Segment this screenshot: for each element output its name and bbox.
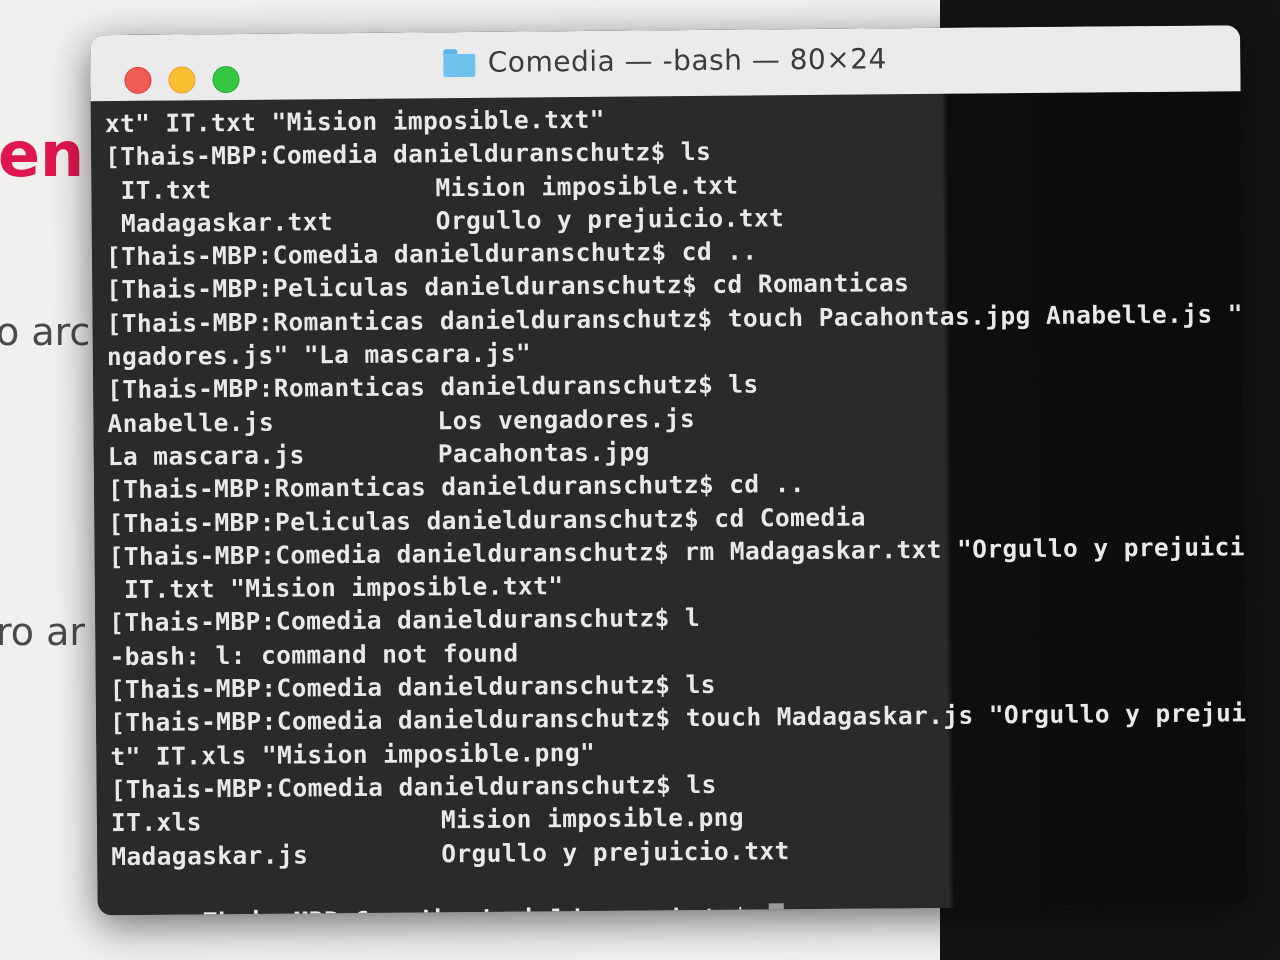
terminal-line-column: Mision imposible.txt <box>435 170 739 202</box>
terminal-line-text: Madagaskar.js <box>111 839 309 871</box>
terminal-line-text: [Thais-MBP:Comedia danielduranschutz$ cd… <box>105 236 758 272</box>
terminal-line-column: Los vengadores.js <box>437 403 696 435</box>
terminal-line-text: [Thais-MBP:Peliculas danielduranschutz$ … <box>106 268 910 305</box>
terminal-line-text: [Thais-MBP:Romanticas danielduranschutz$… <box>107 369 759 405</box>
terminal-line-text: t" IT.xls "Mision imposible.png" <box>110 737 596 771</box>
background-text-line: ro ar <box>0 610 86 654</box>
terminal-line-column: Orgullo y prejuicio.txt <box>441 835 790 868</box>
window-title-group: Comedia — -bash — 80×24 <box>90 39 1240 82</box>
terminal-line-text: xt" IT.txt "Mision imposible.txt" <box>104 104 605 139</box>
window-title: Comedia — -bash — 80×24 <box>487 42 888 79</box>
terminal-line-text: [Thais-MBP:Comedia danielduranschutz$ l <box>109 603 701 638</box>
terminal-line-column: Mision imposible.png <box>440 802 745 835</box>
terminal-line-text: IT.txt "Mision imposible.txt" <box>108 571 564 605</box>
title-bar[interactable]: Comedia — -bash — 80×24 <box>90 25 1241 103</box>
terminal-line-column: Orgullo y prejuicio.txt <box>435 203 785 236</box>
terminal-line-text: [Thais-MBP:Comedia danielduranschutz$ ls <box>105 137 712 172</box>
terminal-line-text: [Thais-MBP:Comedia danielduranschutz$ ls <box>110 769 717 805</box>
terminal-line-text: [Thais-MBP:Comedia danielduranschutz$ ls <box>109 669 716 705</box>
terminal-line-text: ngadores.js" "La mascara.js" <box>106 338 532 372</box>
folder-icon <box>443 48 476 77</box>
terminal-output[interactable]: xt" IT.txt "Mision imposible.txt" [Thais-… <box>90 91 1248 916</box>
terminal-line-text: -bash: l: command not found <box>109 638 519 671</box>
terminal-window[interactable]: Comedia — -bash — 80×24 xt" IT.txt "Misi… <box>90 25 1248 916</box>
terminal-line-text: Madagaskar.txt <box>105 207 334 239</box>
terminal-line-text: IT.txt <box>105 174 212 205</box>
terminal-line-text: [Thais-MBP:Peliculas danielduranschutz$ … <box>108 502 866 538</box>
terminal-line-text: Anabelle.js <box>107 407 275 438</box>
terminal-line-text: La mascara.js <box>107 440 305 472</box>
terminal-line-text: [Thais-MBP:Romanticas danielduranschutz$… <box>107 469 806 505</box>
terminal-line-text: IT.xls <box>110 807 202 838</box>
terminal-line-column: Pacahontas.jpg <box>437 437 650 469</box>
